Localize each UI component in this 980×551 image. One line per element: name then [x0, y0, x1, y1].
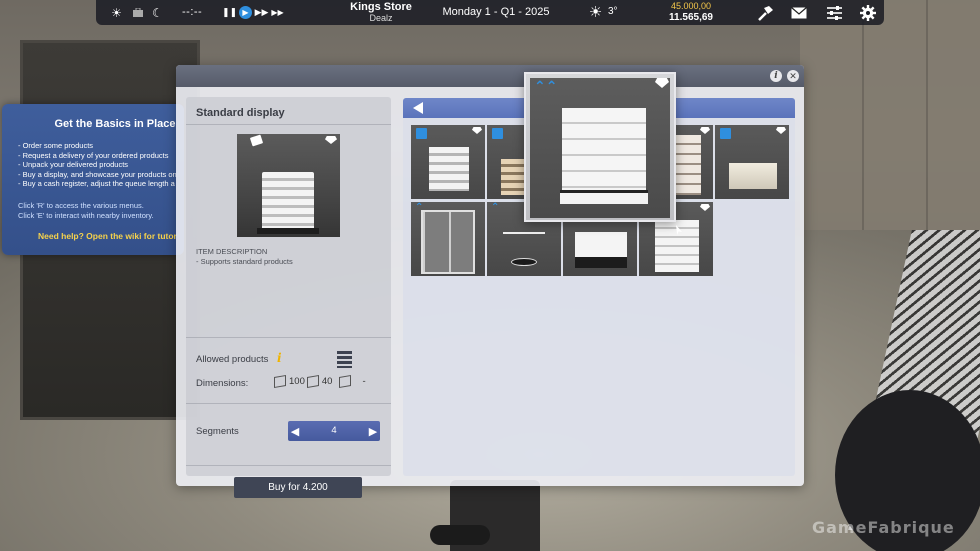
right-wall [800, 0, 980, 250]
tile-image-base [511, 258, 537, 266]
allowed-products-label: Allowed products [196, 354, 269, 365]
tutorial-help-link[interactable]: Need help? Open the wiki for tutor [38, 231, 177, 241]
divider [186, 403, 391, 404]
box-badge-icon [416, 128, 427, 139]
catalog-tile-chest-freezer[interactable] [715, 125, 789, 199]
info-icon[interactable]: i [770, 70, 782, 82]
diamond-icon [776, 127, 786, 134]
dimension-width: 100 [289, 376, 305, 387]
diamond-icon [700, 204, 710, 211]
segments-stepper[interactable]: ◀ 4 ▶ [288, 421, 380, 441]
player-shoe [430, 525, 490, 545]
tutorial-step: - Buy a cash register, adjust the queue … [18, 179, 175, 189]
sunny-weather-icon: ☀ [588, 3, 603, 21]
tile-image [575, 232, 627, 268]
item-name: Standard display [196, 107, 285, 119]
hover-image [530, 78, 670, 218]
sun-icon[interactable]: ☀ [110, 6, 123, 20]
catalog-tile-fridge-display-hovered[interactable]: ⌃⌃ [524, 72, 676, 222]
allowed-products-info-icon[interactable]: i [277, 351, 282, 365]
segments-decrease-button[interactable]: ◀ [288, 421, 302, 441]
catalog-tile-glass-cabinet[interactable]: ⌃ [411, 202, 485, 276]
watermark-logo: GameFabrique [812, 518, 955, 537]
mail-icon[interactable] [790, 4, 808, 22]
segments-label: Segments [196, 426, 239, 437]
buy-display-dialog: i ✕ Standard display ITEM DESCRIPTION - … [176, 65, 804, 498]
hanger-badge-icon: ⌃ [491, 202, 500, 213]
tile-image [429, 147, 469, 191]
tutorial-card: Get the Basics in Place - Order some pro… [2, 104, 184, 255]
tutorial-hint: Click 'E' to interact with nearby invent… [18, 210, 154, 220]
hud-top-bar: ☀ ☾ --:-- ❚❚ ▶ ▶▶ ▶▶ Kings Store Dealz M… [96, 0, 884, 25]
diamond-icon [472, 127, 482, 134]
money-display: 45.000,00 11.565,69 [656, 1, 726, 23]
balance: 11.565,69 [669, 12, 713, 23]
catalog-tile-standard-display[interactable] [411, 125, 485, 199]
play-icon[interactable]: ▶ [239, 6, 252, 19]
company-name: Dealz [369, 13, 393, 23]
hanger-badge-icon: ⌃⌃ [534, 78, 558, 94]
standard-products-icon [337, 351, 352, 368]
dimension-height: - [362, 376, 366, 387]
tutorial-step: - Order some products [18, 141, 94, 150]
gear-icon[interactable] [859, 4, 877, 22]
dimensions-values: 100 40 - [274, 374, 366, 389]
shopping-bag-icon [249, 134, 264, 147]
item-details-panel: Standard display ITEM DESCRIPTION - Supp… [186, 97, 391, 498]
box-badge-icon [492, 128, 503, 139]
box-badge-icon [720, 128, 731, 139]
shelf-base-image [257, 228, 319, 234]
credit-limit: 45.000,00 [670, 1, 712, 11]
temperature: 3° [608, 6, 618, 17]
buy-button[interactable]: Buy for 4.200 [234, 477, 362, 498]
game-date: Monday 1 - Q1 - 2025 [442, 6, 550, 18]
close-icon[interactable]: ✕ [787, 70, 799, 82]
diamond-icon [700, 127, 710, 134]
width-cube-icon [274, 374, 286, 389]
cabinet-base-image [560, 190, 648, 204]
item-preview-image [237, 134, 340, 237]
tutorial-step: - Unpack your delivered products [18, 160, 129, 170]
description-text: - Supports standard products [196, 257, 293, 266]
tutorial-title: Get the Basics in Place [54, 118, 176, 130]
description-heading: ITEM DESCRIPTION [196, 247, 268, 256]
tutorial-step: - Request a delivery of your ordered pro… [18, 150, 169, 160]
store-name: Kings Store [350, 1, 412, 13]
fastest-forward-icon[interactable]: ▶▶ [271, 6, 284, 19]
segments-increase-button[interactable]: ▶ [366, 421, 380, 441]
divider [186, 124, 391, 125]
tutorial-step: - Buy a display, and showcase your produ… [18, 169, 177, 179]
tile-image [503, 232, 545, 234]
depth-cube-icon [306, 374, 319, 389]
tile-image [675, 135, 701, 195]
tile-image [729, 163, 777, 189]
dialog-title-bar [176, 65, 804, 87]
tutorial-steps: - Order some products - Request a delive… [18, 141, 177, 189]
settings-sliders-icon[interactable] [825, 4, 843, 22]
shelf-image [262, 172, 314, 230]
height-cube-icon [339, 374, 352, 389]
clock-readout: --:-- [182, 6, 203, 18]
fast-forward-icon[interactable]: ▶▶ [255, 6, 269, 19]
segments-value: 4 [331, 425, 337, 436]
store-info: Kings Store Dealz [316, 2, 446, 24]
tutorial-hints: Click 'R' to access the various menus. C… [18, 201, 154, 220]
tutorial-hint: Click 'R' to access the various menus. [18, 201, 144, 210]
pause-icon[interactable]: ❚❚ [222, 6, 237, 19]
divider [186, 337, 391, 338]
cabinet-image [562, 108, 646, 203]
diamond-icon [325, 136, 337, 144]
divider [186, 465, 391, 466]
moon-icon[interactable]: ☾ [151, 6, 164, 20]
briefcase-icon[interactable] [131, 6, 144, 19]
hammer-icon[interactable] [756, 4, 774, 22]
item-description: ITEM DESCRIPTION - Supports standard pro… [196, 247, 293, 267]
dimension-depth: 40 [321, 376, 333, 387]
dimensions-label: Dimensions: [196, 378, 249, 389]
tile-image [421, 210, 475, 274]
